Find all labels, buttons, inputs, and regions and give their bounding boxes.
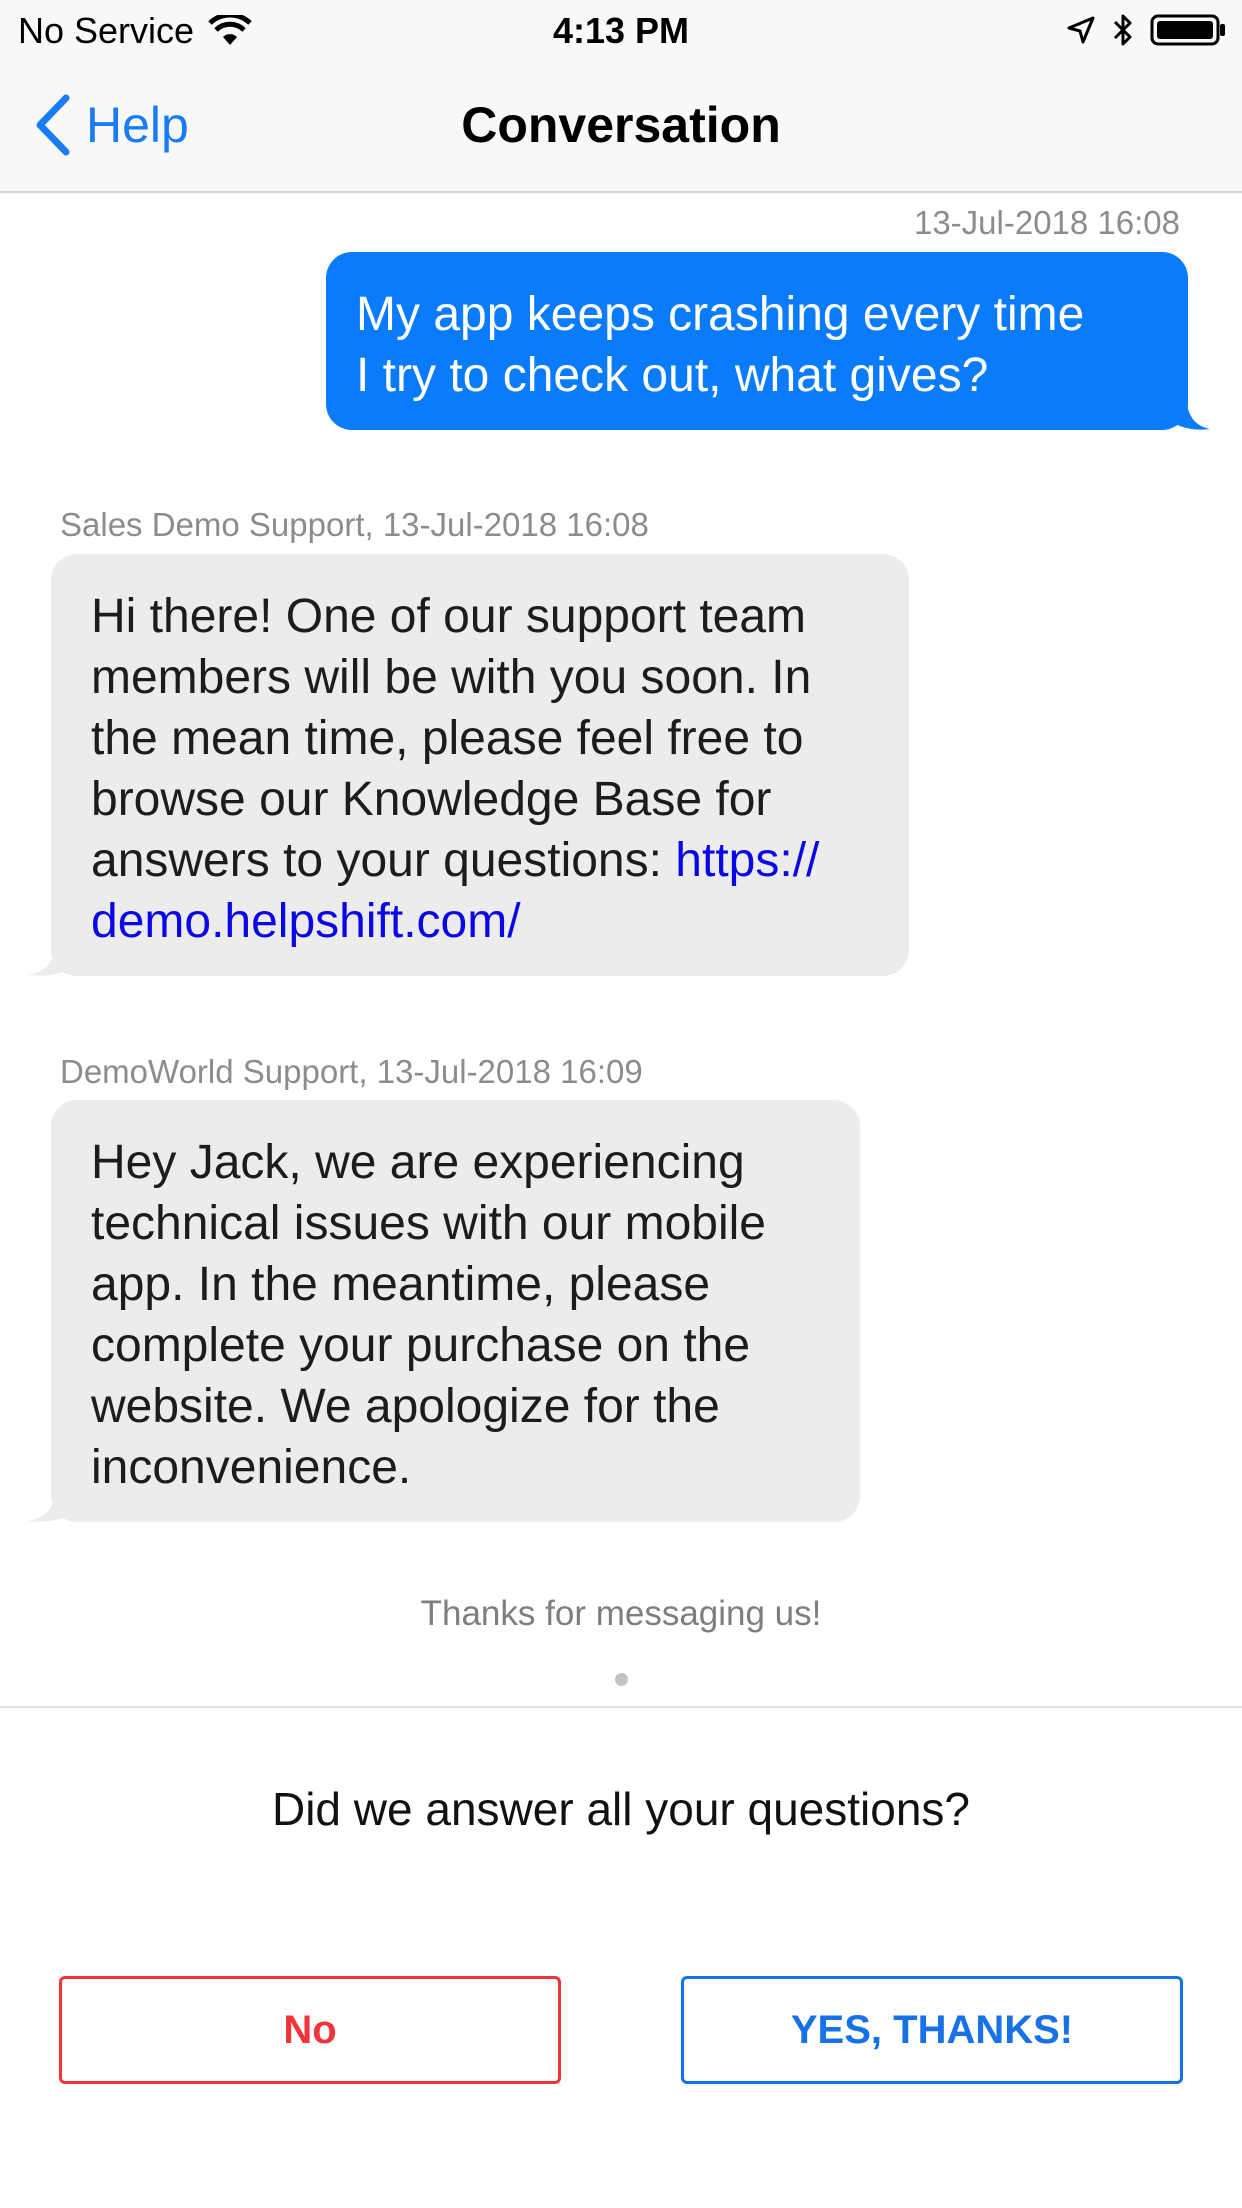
page-title: Conversation xyxy=(461,97,781,153)
nav-bar: Help Conversation xyxy=(0,60,1242,193)
knowledge-base-link[interactable]: https:// xyxy=(675,834,819,887)
message-line: website. We apologize for the xyxy=(91,1380,720,1433)
message-line: My app keeps crashing every time xyxy=(356,288,1085,341)
agent-message-bubble: Hi there! One of our support team member… xyxy=(51,554,909,976)
divider xyxy=(0,1706,1242,1708)
status-time: 4:13 PM xyxy=(552,10,690,51)
no-button[interactable]: No xyxy=(59,1976,561,2084)
message-line: browse our Knowledge Base for xyxy=(91,773,772,826)
bubble-tail xyxy=(28,1490,68,1522)
knowledge-base-link[interactable]: demo.helpshift.com/ xyxy=(91,895,521,948)
status-right xyxy=(1066,12,1228,48)
bubble-tail xyxy=(1176,398,1210,430)
message-timestamp: 13-Jul-2018 16:08 xyxy=(913,204,1180,241)
message-line: demo.helpshift.com/ xyxy=(91,891,869,952)
message-line: members will be with you soon. In xyxy=(91,651,812,704)
user-message-bubble: My app keeps crashing every time I try t… xyxy=(326,252,1188,430)
message-line: complete your purchase on the xyxy=(91,1319,751,1372)
message-text: answers to your questions: xyxy=(91,834,676,887)
status-bar: No Service 4:13 PM xyxy=(0,0,1242,60)
message-line: inconvenience. xyxy=(91,1441,412,1494)
yes-thanks-button[interactable]: YES, THANKS! xyxy=(681,1976,1183,2084)
feedback-question: Did we answer all your questions? xyxy=(271,1783,971,1835)
closing-note: Thanks for messaging us! xyxy=(420,1594,822,1633)
message-line: technical issues with our mobile xyxy=(91,1197,766,1250)
message-line: answers to your questions: https:// xyxy=(91,830,869,891)
agent-message-bubble: Hey Jack, we are experiencing technical … xyxy=(51,1100,860,1522)
message-line: I try to check out, what gives? xyxy=(356,349,989,402)
message-line: the mean time, please feel free to xyxy=(91,712,804,765)
bluetooth-icon xyxy=(1113,14,1132,46)
sender-label: Sales Demo Support, 13-Jul-2018 16:08 xyxy=(60,506,649,543)
message-line: Hey Jack, we are experiencing xyxy=(91,1136,745,1189)
battery-icon xyxy=(1150,14,1225,46)
location-arrow-icon xyxy=(1067,16,1095,44)
message-line: app. In the meantime, please xyxy=(91,1258,711,1311)
bubble-tail xyxy=(28,944,68,976)
message-line: Hi there! One of our support team xyxy=(91,590,807,643)
page-indicator-dot xyxy=(615,1673,628,1686)
sender-label: DemoWorld Support, 13-Jul-2018 16:09 xyxy=(60,1053,643,1090)
